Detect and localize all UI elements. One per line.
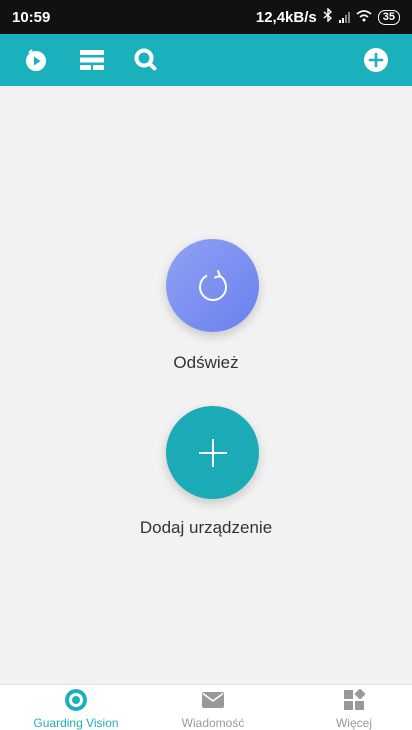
add-device-label[interactable]: Dodaj urządzenie xyxy=(0,518,412,538)
refresh-button[interactable] xyxy=(166,239,259,332)
nav-item-guarding-vision[interactable]: Guarding Vision xyxy=(16,685,136,730)
nav-item-more[interactable]: Więcej xyxy=(294,685,412,730)
eye-circle-icon xyxy=(64,689,88,711)
nav-label-guarding-vision: Guarding Vision xyxy=(33,716,119,730)
signal-icon xyxy=(338,11,350,23)
add-device-button[interactable] xyxy=(166,406,259,499)
nav-label-more: Więcej xyxy=(335,716,372,730)
main-content: Odśwież Dodaj urządzenie xyxy=(0,86,412,684)
search-icon[interactable] xyxy=(132,46,160,74)
network-speed: 12,4kB/s xyxy=(255,8,317,26)
app-toolbar xyxy=(0,34,412,86)
play-circle-icon[interactable] xyxy=(22,46,50,74)
list-icon[interactable] xyxy=(78,46,106,74)
status-indicators: 12,4kB/s 35 xyxy=(255,7,400,26)
refresh-label[interactable]: Odśwież xyxy=(0,353,412,373)
grid-icon xyxy=(343,689,365,711)
wifi-icon xyxy=(356,9,372,26)
status-bar: 10:59 12,4kB/s 35 xyxy=(0,0,412,34)
refresh-icon xyxy=(198,269,227,301)
add-circle-icon[interactable] xyxy=(362,46,390,74)
bottom-navigation: Guarding Vision Wiadomość Więcej xyxy=(0,684,412,730)
nav-label-messages: Wiadomość xyxy=(181,716,245,730)
envelope-icon xyxy=(201,689,225,711)
nav-item-messages[interactable]: Wiadomość xyxy=(153,685,273,730)
battery-indicator: 35 xyxy=(377,9,400,25)
bluetooth-icon xyxy=(323,7,333,26)
status-time: 10:59 xyxy=(12,8,51,26)
plus-icon xyxy=(198,438,227,467)
